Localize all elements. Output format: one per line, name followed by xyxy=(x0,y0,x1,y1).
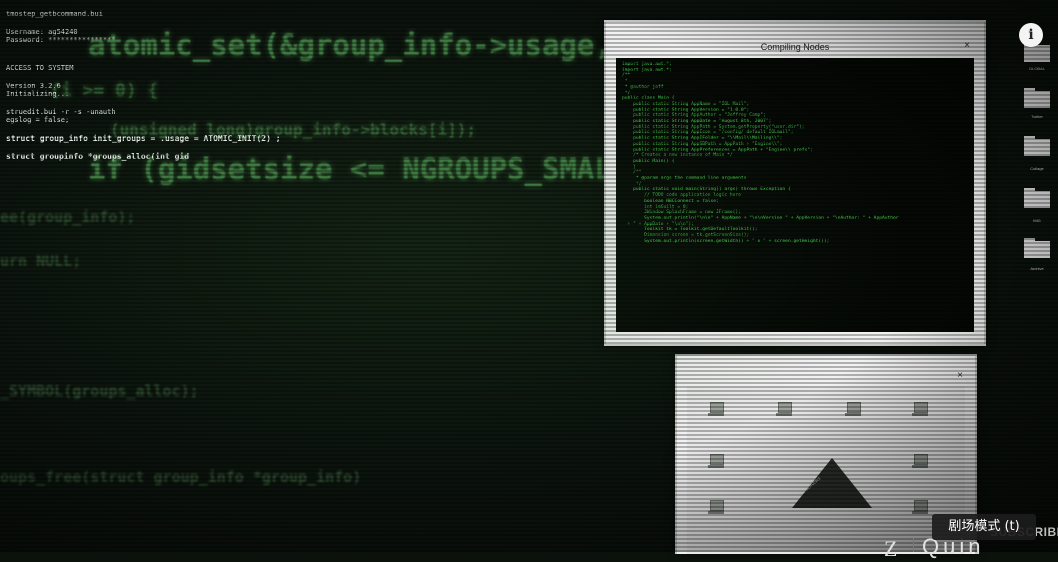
computer-icon xyxy=(912,500,928,514)
folder-icon[interactable] xyxy=(1024,238,1050,258)
computer-icon xyxy=(912,402,928,416)
folder-icon[interactable] xyxy=(1024,88,1050,108)
channel-logo: Z xyxy=(884,536,898,561)
terminal-command: struct groupinfo *groups_alloc(int gid xyxy=(6,152,190,161)
folder-label: GLOBAL xyxy=(1028,66,1045,71)
server-hub-icon xyxy=(792,458,872,508)
terminal-access: ACCESS TO SYSTEM xyxy=(6,64,74,72)
folder-icon[interactable] xyxy=(1024,188,1050,208)
folder-label: Archive xyxy=(1030,266,1044,271)
divider xyxy=(913,538,914,552)
terminal-password: Password: **************** xyxy=(6,36,116,44)
folder-label: IMG xyxy=(1033,218,1041,223)
computer-icon xyxy=(845,402,861,416)
computer-icon xyxy=(912,454,928,468)
computer-icon xyxy=(708,454,724,468)
terminal-header: tmostep_getbcommand.bui xyxy=(6,10,103,18)
code-line: System.out.println(screen.getWidth() + "… xyxy=(622,238,830,244)
folder-label: Collage xyxy=(1030,166,1044,171)
folder-label: Twitter xyxy=(1031,114,1043,119)
window-title: Compiling Nodes xyxy=(760,42,830,52)
code-panel: import java.awt.*; import java.awt.*;/** … xyxy=(616,58,974,332)
computer-icon xyxy=(708,402,724,416)
bg-code-line: oups_free(struct group_info *group_info) xyxy=(0,468,362,486)
bg-code-line: atomic_set(&group_info->usage, 1); xyxy=(88,28,682,62)
bg-code-line: _SYMBOL(groups_alloc); xyxy=(0,382,199,400)
computer-icon xyxy=(708,500,724,514)
bg-code-line: ee(group_info); xyxy=(0,208,136,226)
folder-icon[interactable] xyxy=(1024,136,1050,156)
close-button[interactable]: × xyxy=(957,370,963,381)
close-button[interactable]: × xyxy=(964,40,970,51)
terminal-initializing: Initializing... xyxy=(6,90,70,98)
info-icon[interactable]: i xyxy=(1019,23,1043,47)
terminal-command: struct group_info init_groups = .usage =… xyxy=(6,134,281,143)
bg-code-line: urn NULL; xyxy=(0,252,82,270)
terminal-command: egslog = false; xyxy=(6,116,70,124)
computer-icon xyxy=(776,402,792,416)
theater-mode-tooltip: 剧场模式 (t) xyxy=(932,514,1036,540)
compiling-nodes-window[interactable]: Compiling Nodes × import java.awt.*; impo… xyxy=(604,20,986,346)
